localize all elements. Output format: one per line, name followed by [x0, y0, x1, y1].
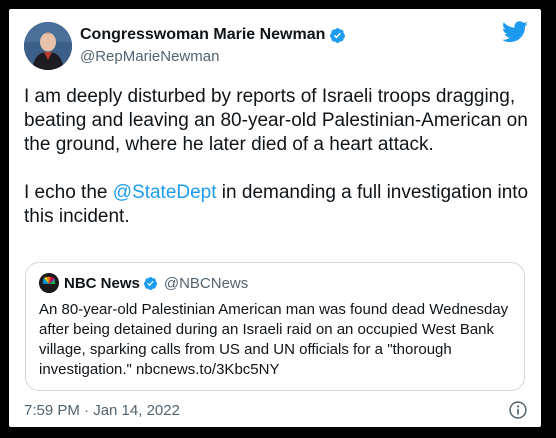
quoted-author-handle[interactable]: @NBCNews: [164, 275, 248, 292]
tweet-paragraph-1: I am deeply disturbed by reports of Isra…: [24, 86, 528, 155]
tweet-text: I am deeply disturbed by reports of Isra…: [24, 85, 534, 229]
mention-link[interactable]: @StateDept: [113, 182, 217, 203]
quoted-author-name[interactable]: NBC News: [64, 275, 140, 292]
timestamp[interactable]: 7:59 PM · Jan 14, 2022: [24, 402, 180, 419]
verified-badge-icon: [330, 27, 346, 43]
nbc-logo-icon: [39, 273, 59, 293]
tweet-card: Congresswoman Marie Newman @RepMarieNewm…: [9, 9, 541, 427]
tweet-paragraph-2-start: I echo the: [24, 182, 113, 203]
author-handle[interactable]: @RepMarieNewman: [80, 48, 219, 65]
verified-badge-icon: [143, 276, 157, 290]
twitter-bird-icon[interactable]: [502, 21, 528, 43]
quoted-tweet-text: An 80-year-old Palestinian American man …: [39, 301, 509, 378]
quoted-tweet[interactable]: NBC News @NBCNews An 80-year-old Palesti…: [25, 262, 525, 391]
tweet-paragraph-2: I echo the @StateDept in demanding a ful…: [24, 181, 534, 229]
info-icon[interactable]: [508, 400, 528, 420]
avatar[interactable]: [24, 22, 72, 70]
author-name[interactable]: Congresswoman Marie Newman: [80, 26, 325, 44]
